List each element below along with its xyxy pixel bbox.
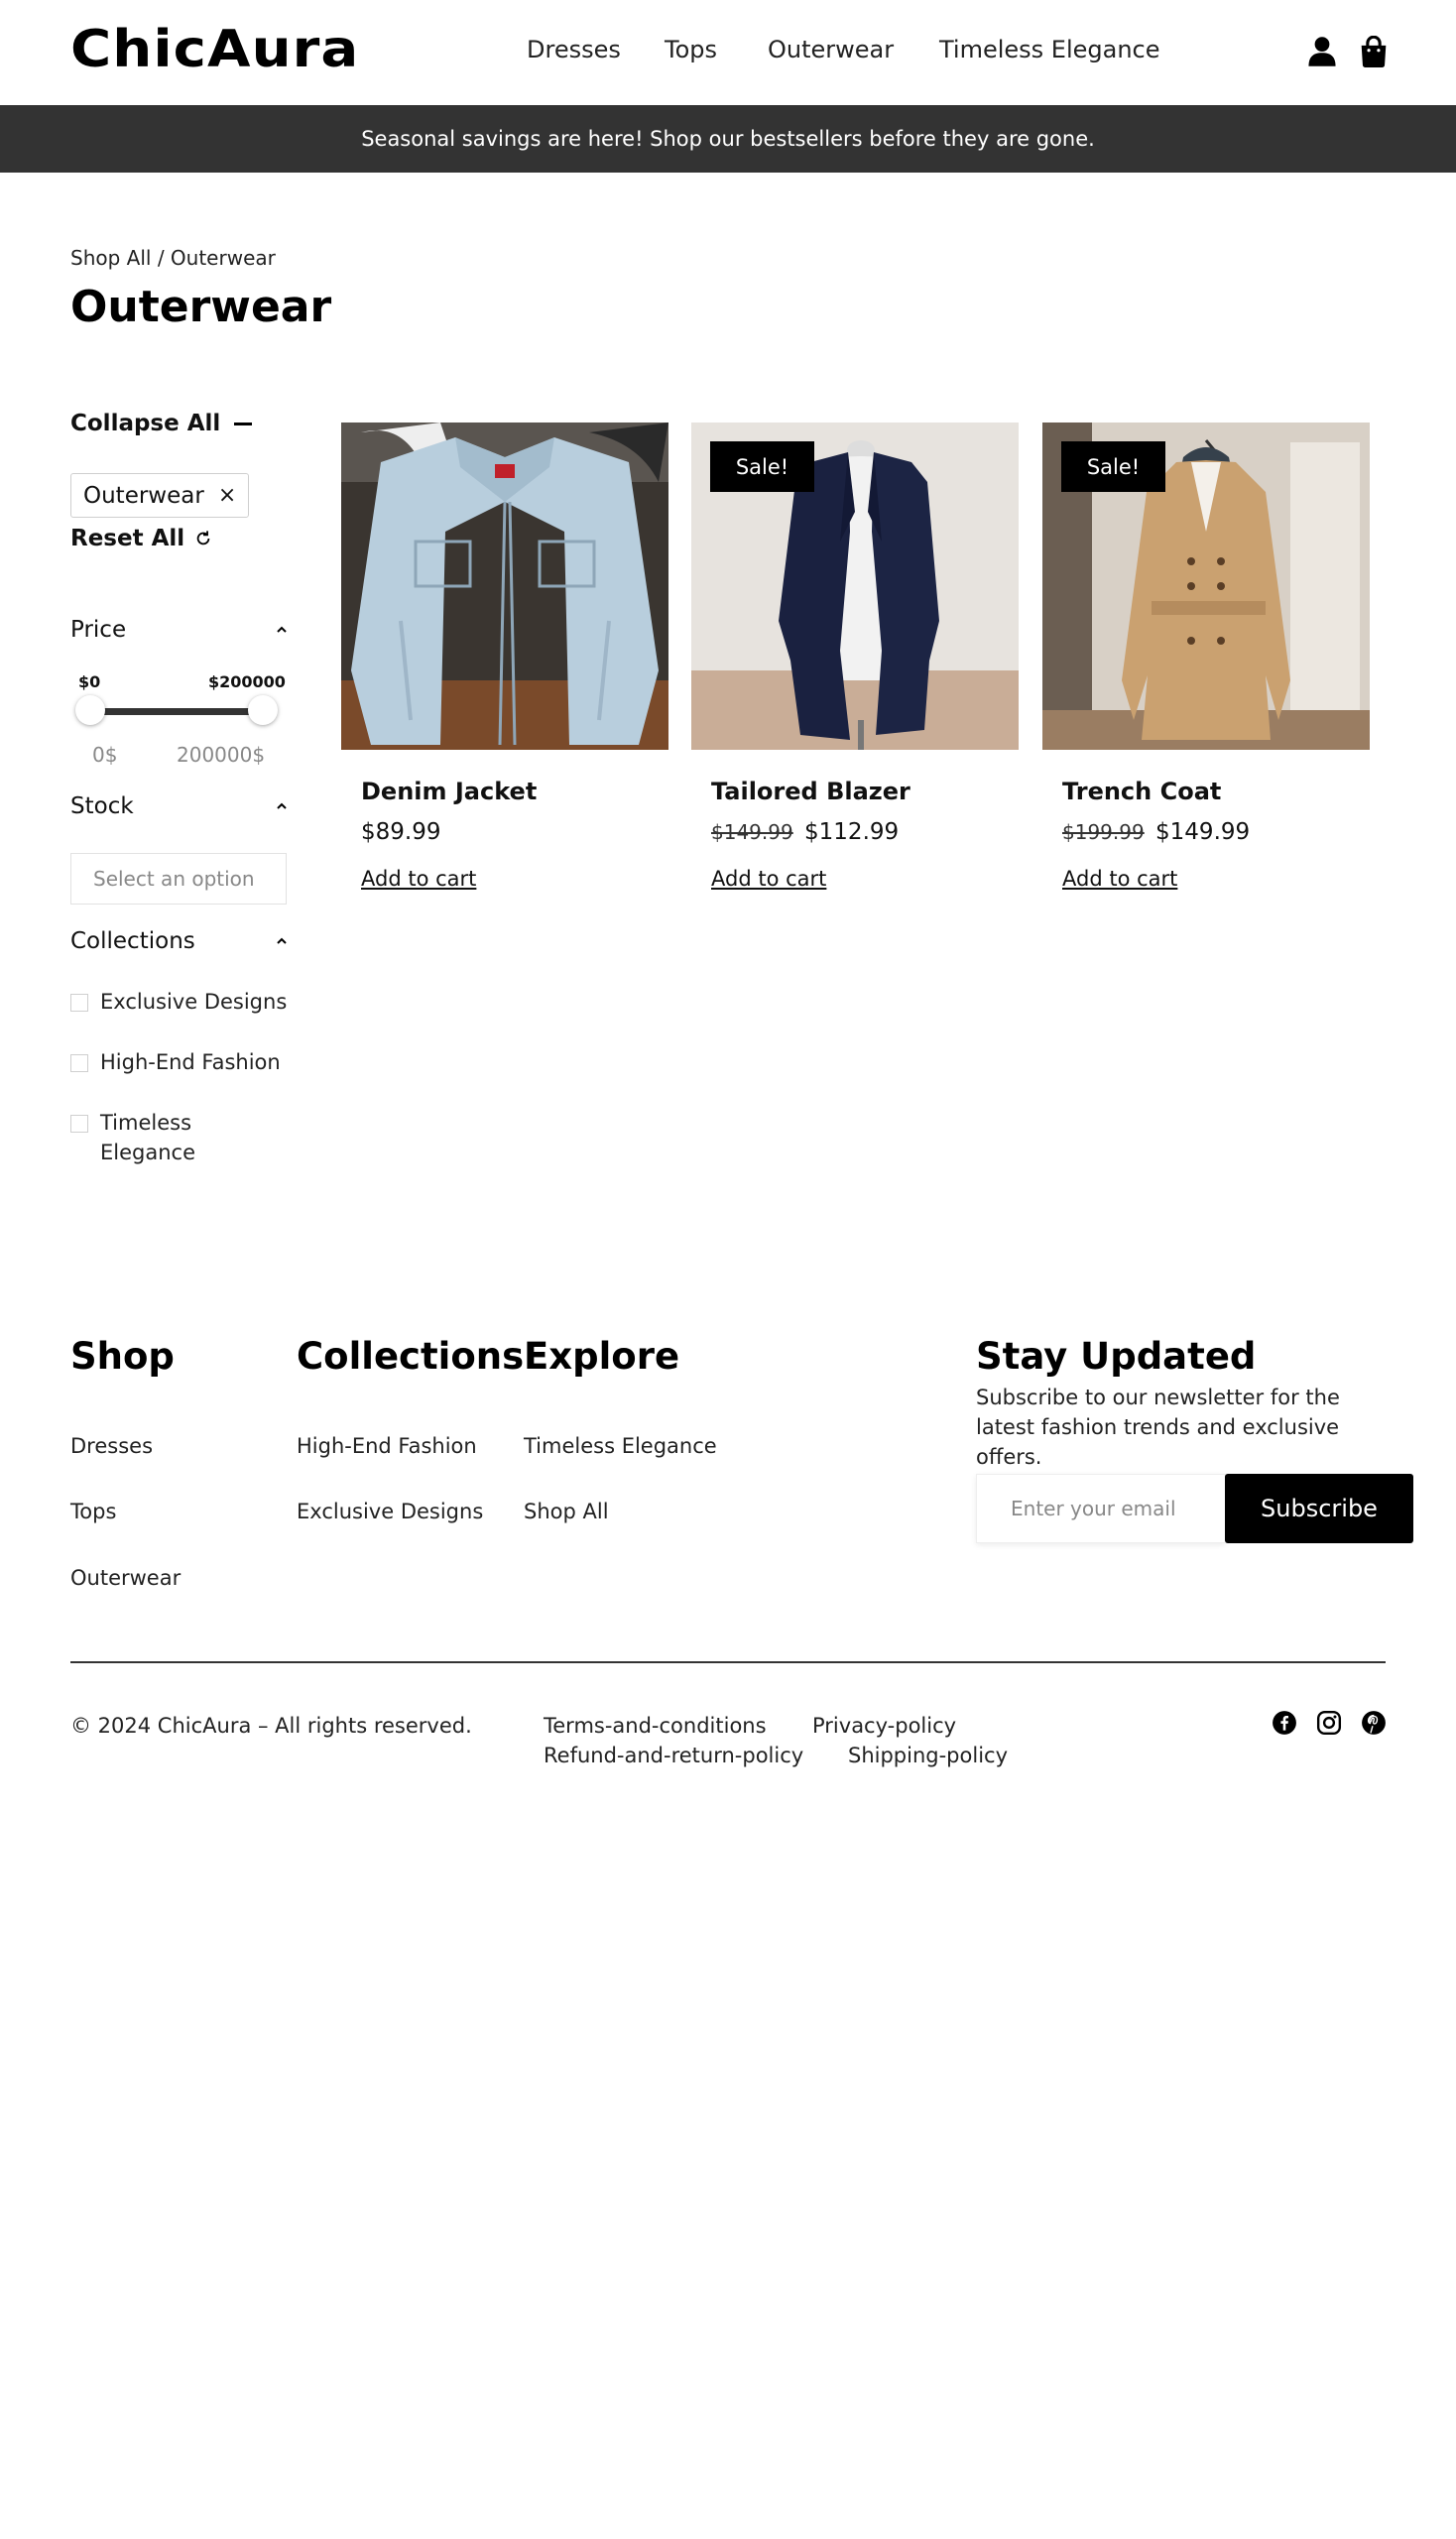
price-min-label: $0 [78,672,101,691]
product-card: Denim Jacket $89.99 Add to cart [341,423,668,891]
reset-all-button[interactable]: Reset All [70,526,212,551]
site-header: ChicAura Dresses Tops Outerwear Timeless… [0,0,1456,105]
minus-icon [234,422,253,425]
sale-badge: Sale! [1061,441,1165,492]
collapse-all-button[interactable]: Collapse All [70,411,253,436]
footer-link-high-end-fashion[interactable]: High-End Fashion [297,1434,477,1458]
breadcrumb-separator: / [151,246,171,270]
product-original-price: $199.99 [1062,820,1145,844]
footer-link-shop-all[interactable]: Shop All [524,1500,609,1523]
collections-facet-label: Collections [70,928,195,954]
collection-option-label: High-End Fashion [100,1050,281,1074]
product-card: Sale! Tailored Blazer $149.99 $112.99 Ad… [691,423,1019,891]
price-range-min: 0$ [92,743,118,767]
instagram-icon[interactable] [1316,1710,1342,1736]
breadcrumb-current: Outerwear [170,246,276,270]
price-facet-header[interactable]: Price [70,617,287,643]
product-name[interactable]: Trench Coat [1062,778,1221,805]
subscribe-button[interactable]: Subscribe [1225,1474,1413,1543]
product-image-denim-jacket[interactable] [341,423,668,750]
legal-link-refund[interactable]: Refund-and-return-policy [544,1744,803,1767]
chip-label: Outerwear [83,482,204,509]
add-to-cart-button[interactable]: Add to cart [361,867,476,891]
product-card: Sale! Trench Coat $199.99 $149.99 Add to… [1042,423,1370,891]
nav-dresses[interactable]: Dresses [527,36,621,63]
nav-tops[interactable]: Tops [665,36,717,63]
product-price: $149.99 $112.99 [711,819,899,845]
product-price: $89.99 [361,819,440,845]
product-image-tailored-blazer[interactable]: Sale! [691,423,1019,750]
checkbox[interactable] [70,1115,88,1133]
newsletter-email-input[interactable] [976,1474,1226,1543]
legal-link-privacy[interactable]: Privacy-policy [812,1714,956,1738]
footer-link-outerwear[interactable]: Outerwear [70,1566,181,1590]
product-current-price: $89.99 [361,819,441,845]
footer-collections-title: Collections [297,1335,525,1378]
product-name[interactable]: Denim Jacket [361,778,537,805]
add-to-cart-button[interactable]: Add to cart [711,867,826,891]
breadcrumb-shop-all[interactable]: Shop All [70,246,151,270]
breadcrumb: Shop All / Outerwear [70,246,276,270]
checkbox[interactable] [70,994,88,1012]
collections-facet-header[interactable]: Collections [70,928,287,954]
shopping-bag-icon[interactable] [1359,36,1389,67]
footer-explore-title: Explore [524,1335,680,1378]
nav-timeless-elegance[interactable]: Timeless Elegance [939,36,1160,63]
product-price: $199.99 $149.99 [1062,819,1250,845]
stock-facet-header[interactable]: Stock [70,793,287,819]
newsletter-title: Stay Updated [976,1335,1257,1378]
price-slider-max-handle[interactable] [248,695,278,725]
nav-outerwear[interactable]: Outerwear [768,36,894,63]
price-facet-label: Price [70,617,127,643]
collection-option-exclusive-designs[interactable]: Exclusive Designs [70,990,287,1014]
chevron-up-icon [277,937,287,944]
footer-link-tops[interactable]: Tops [70,1500,116,1523]
reset-all-label: Reset All [70,526,185,551]
page-title: Outerwear [70,282,332,332]
chevron-up-icon [277,626,287,633]
price-max-label: $200000 [208,672,286,691]
active-filter-chip[interactable]: Outerwear × [70,473,250,518]
product-current-price: $112.99 [804,819,900,845]
stock-select-placeholder: Select an option [93,867,255,891]
price-range-max: 200000$ [177,743,266,767]
collection-option-label: Timeless Elegance [100,1111,195,1164]
collapse-all-label: Collapse All [70,411,221,436]
announcement-bar: Seasonal savings are here! Shop our best… [0,105,1456,173]
legal-link-shipping[interactable]: Shipping-policy [848,1744,1008,1767]
legal-link-terms[interactable]: Terms-and-conditions [544,1714,767,1738]
price-slider-min-handle[interactable] [75,695,105,725]
collection-option-label: Exclusive Designs [100,990,288,1014]
footer-link-dresses[interactable]: Dresses [70,1434,153,1458]
footer-shop-title: Shop [70,1335,175,1378]
footer-link-timeless-elegance[interactable]: Timeless Elegance [524,1434,717,1458]
newsletter-description: Subscribe to our newsletter for the late… [976,1386,1340,1469]
checkbox[interactable] [70,1054,88,1072]
add-to-cart-button[interactable]: Add to cart [1062,867,1177,891]
copyright: © 2024 ChicAura – All rights reserved. [70,1714,472,1738]
footer-link-exclusive-designs[interactable]: Exclusive Designs [297,1500,483,1523]
product-name[interactable]: Tailored Blazer [711,778,910,805]
user-icon[interactable] [1307,36,1337,67]
refresh-icon [196,531,210,545]
footer-divider [70,1661,1386,1663]
facebook-icon[interactable] [1272,1710,1297,1736]
collection-option-high-end-fashion[interactable]: High-End Fashion [70,1050,281,1074]
site-logo[interactable]: ChicAura [70,20,359,79]
product-image-trench-coat[interactable]: Sale! [1042,423,1370,750]
chevron-up-icon [277,802,287,809]
stock-select[interactable]: Select an option [70,853,287,905]
announcement-text: Seasonal savings are here! Shop our best… [361,127,1095,151]
close-icon[interactable]: × [218,483,236,508]
stock-facet-label: Stock [70,793,134,819]
product-original-price: $149.99 [711,820,793,844]
product-current-price: $149.99 [1155,819,1251,845]
price-slider-track[interactable] [90,708,263,715]
collection-option-timeless-elegance[interactable]: Timeless Elegance [70,1111,294,1167]
sale-badge: Sale! [710,441,814,492]
pinterest-icon[interactable] [1361,1710,1387,1736]
